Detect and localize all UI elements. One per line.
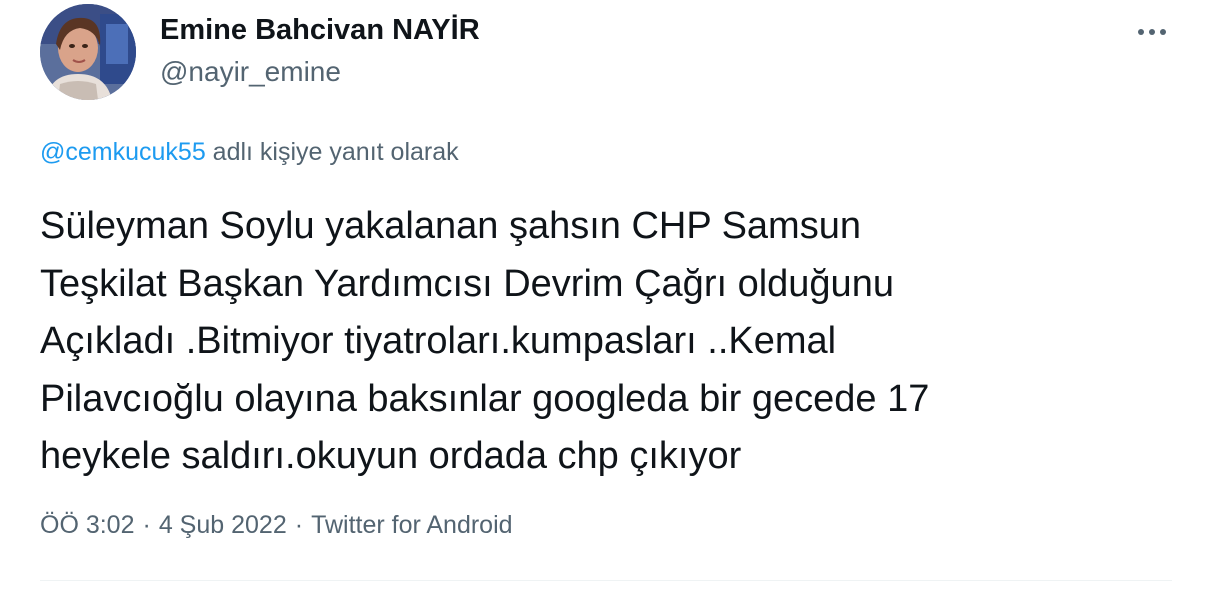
- tweet: Emine Bahcivan NAYİR @nayir_emine @cemku…: [0, 0, 1210, 596]
- tweet-text: Süleyman Soylu yakalanan şahsın CHP Sams…: [40, 198, 1180, 486]
- meta-separator: ·: [142, 511, 151, 539]
- tweet-metadata: ÖÖ 3:02 · 4 Şub 2022 · Twitter for Android: [40, 511, 513, 540]
- meta-separator: ·: [294, 511, 304, 539]
- tweet-text-line: heykele saldırı.okuyun ordada chp çıkıyo…: [40, 435, 742, 477]
- tweet-text-line: Pilavcıoğlu olayına baksınlar googleda b…: [40, 377, 930, 420]
- tweet-source-link[interactable]: Twitter for Android: [311, 511, 512, 539]
- reply-context: @cemkucuk55 adlı kişiye yanıt olarak: [40, 138, 459, 167]
- reply-mention-link[interactable]: @cemkucuk55: [40, 138, 206, 166]
- divider: [40, 580, 1172, 581]
- more-button[interactable]: [1132, 14, 1172, 50]
- reply-context-label: adlı kişiye yanıt olarak: [205, 138, 459, 166]
- author-handle[interactable]: @nayir_emine: [160, 56, 341, 88]
- tweet-time[interactable]: ÖÖ 3:02: [40, 511, 135, 539]
- tweet-date[interactable]: 4 Şub 2022: [159, 511, 287, 539]
- author-display-name[interactable]: Emine Bahcivan NAYİR: [160, 14, 480, 47]
- avatar[interactable]: [40, 4, 136, 100]
- tweet-text-line: Açıkladı .Bitmiyor tiyatroları.kumpaslar…: [40, 320, 837, 362]
- tweet-text-line: Süleyman Soylu yakalanan şahsın CHP Sams…: [40, 205, 861, 247]
- tweet-text-line: Teşkilat Başkan Yardımcısı Devrim Çağrı …: [40, 262, 894, 305]
- more-horizontal-icon: [1138, 29, 1166, 35]
- profile-photo-image: [40, 4, 136, 100]
